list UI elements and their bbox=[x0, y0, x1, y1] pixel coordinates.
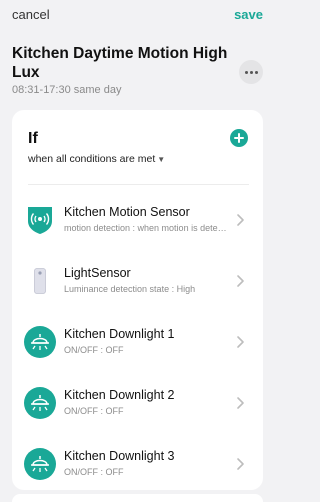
scene-schedule: 08:31-17:30 same day bbox=[12, 84, 122, 96]
downlight-icon bbox=[24, 387, 56, 419]
condition-item-detail: motion detection : when motion is detect… bbox=[64, 223, 229, 233]
if-heading: If bbox=[28, 130, 38, 147]
condition-item-detail: ON/OFF : OFF bbox=[64, 467, 124, 477]
top-bar: cancel save bbox=[0, 0, 275, 32]
condition-item-downlight-2[interactable]: Kitchen Downlight 2 ON/OFF : OFF bbox=[12, 377, 263, 433]
add-condition-button[interactable] bbox=[230, 129, 248, 147]
condition-item-light-sensor[interactable]: LightSensor Luminance detection state : … bbox=[12, 255, 263, 311]
condition-item-name: Kitchen Downlight 2 bbox=[64, 388, 175, 402]
next-card-edge bbox=[12, 494, 263, 502]
condition-mode-selector[interactable]: when all conditions are met ▼ bbox=[28, 153, 165, 165]
condition-item-name: Kitchen Downlight 1 bbox=[64, 327, 175, 341]
scene-title: Kitchen Daytime Motion High Lux bbox=[12, 45, 228, 81]
condition-item-name: Kitchen Downlight 3 bbox=[64, 449, 175, 463]
downlight-icon bbox=[24, 326, 56, 358]
downlight-icon bbox=[24, 448, 56, 480]
chevron-right-icon bbox=[237, 336, 244, 348]
condition-item-name: LightSensor bbox=[64, 266, 131, 280]
save-button[interactable]: save bbox=[234, 7, 263, 22]
chevron-right-icon bbox=[237, 397, 244, 409]
more-dots-icon bbox=[244, 70, 248, 74]
conditions-card: If when all conditions are met ▼ Kitchen … bbox=[12, 110, 263, 490]
motion-sensor-icon bbox=[28, 207, 52, 234]
chevron-right-icon bbox=[237, 214, 244, 226]
chevron-right-icon bbox=[237, 458, 244, 470]
chevron-down-icon: ▼ bbox=[157, 155, 166, 164]
more-options-button[interactable] bbox=[239, 60, 263, 84]
condition-item-detail: ON/OFF : OFF bbox=[64, 345, 124, 355]
condition-item-downlight-3[interactable]: Kitchen Downlight 3 ON/OFF : OFF bbox=[12, 438, 263, 494]
condition-item-name: Kitchen Motion Sensor bbox=[64, 205, 190, 219]
condition-item-downlight-1[interactable]: Kitchen Downlight 1 ON/OFF : OFF bbox=[12, 316, 263, 372]
condition-item-motion-sensor[interactable]: Kitchen Motion Sensor motion detection :… bbox=[12, 194, 263, 250]
condition-item-detail: ON/OFF : OFF bbox=[64, 406, 124, 416]
divider bbox=[28, 184, 249, 185]
cancel-button[interactable]: cancel bbox=[12, 7, 50, 22]
light-sensor-icon bbox=[34, 268, 46, 294]
chevron-right-icon bbox=[237, 275, 244, 287]
condition-item-detail: Luminance detection state : High bbox=[64, 284, 196, 294]
condition-mode-label: when all conditions are met bbox=[28, 153, 156, 165]
